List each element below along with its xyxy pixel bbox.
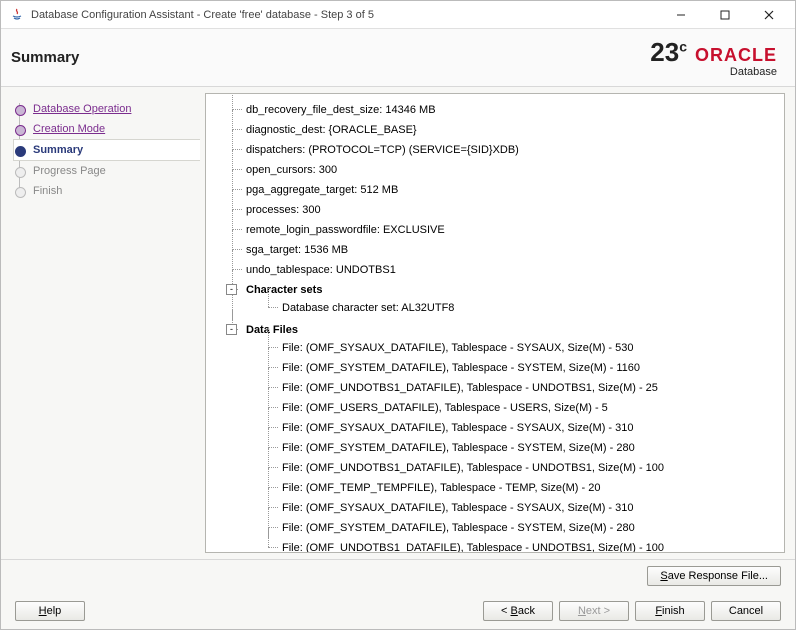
tree-leaf[interactable]: File: (OMF_SYSTEM_DATAFILE), Tablespace … [268,438,784,458]
brand-version-sup: c [679,38,687,54]
summary-tree-pane: db_recovery_file_dest_size: 14346 MBdiag… [205,93,785,553]
tree-leaf[interactable]: processes: 300 [232,200,784,220]
wizard-step-summary[interactable]: Summary [13,139,200,161]
back-button[interactable]: < Back [483,601,553,621]
tree-leaf[interactable]: dispatchers: (PROTOCOL=TCP) (SERVICE={SI… [232,140,784,160]
java-icon [9,7,25,23]
wizard-step-progress-page: Progress Page [13,161,199,181]
tree-branch-character-sets[interactable]: -Character setsDatabase character set: A… [232,280,784,320]
summary-tree-scroll[interactable]: db_recovery_file_dest_size: 14346 MBdiag… [206,94,784,552]
brand-name: ORACLE [695,45,777,66]
tree-leaf[interactable]: pga_aggregate_target: 512 MB [232,180,784,200]
wizard-step-creation-mode[interactable]: Creation Mode [13,119,199,139]
tree-leaf[interactable]: open_cursors: 300 [232,160,784,180]
tree-leaf[interactable]: Database character set: AL32UTF8 [268,298,784,318]
cancel-button[interactable]: Cancel [711,601,781,621]
tree-leaf[interactable]: File: (OMF_USERS_DATAFILE), Tablespace -… [268,398,784,418]
finish-button[interactable]: Finish [635,601,705,621]
page-title: Summary [11,49,79,66]
tree-leaf[interactable]: File: (OMF_SYSTEM_DATAFILE), Tablespace … [268,518,784,538]
footer: Save Response File... Help < Back Next >… [1,559,795,629]
tree-leaf[interactable]: File: (OMF_SYSAUX_DATAFILE), Tablespace … [268,498,784,518]
save-response-file-button[interactable]: Save Response File... [647,566,781,586]
close-button[interactable] [747,2,791,28]
collapse-icon[interactable]: - [226,284,237,295]
help-button[interactable]: Help [15,601,85,621]
tree-leaf[interactable]: File: (OMF_UNDOTBS1_DATAFILE), Tablespac… [268,378,784,398]
tree-leaf[interactable]: File: (OMF_SYSTEM_DATAFILE), Tablespace … [268,358,784,378]
tree-leaf[interactable]: File: (OMF_UNDOTBS1_DATAFILE), Tablespac… [268,458,784,478]
next-button[interactable]: Next > [559,601,629,621]
brand-version: 23 [650,37,679,67]
tree-leaf[interactable]: File: (OMF_UNDOTBS1_DATAFILE), Tablespac… [268,538,784,552]
window-titlebar: Database Configuration Assistant - Creat… [1,1,795,29]
minimize-button[interactable] [659,2,703,28]
tree-leaf[interactable]: undo_tablespace: UNDOTBS1 [232,260,784,280]
wizard-steps-sidebar: Database OperationCreation ModeSummaryPr… [1,87,199,559]
tree-leaf[interactable]: File: (OMF_SYSAUX_DATAFILE), Tablespace … [268,418,784,438]
brand-sub: Database [730,66,777,78]
tree-branch-data-files[interactable]: -Data FilesFile: (OMF_SYSAUX_DATAFILE), … [232,320,784,552]
tree-leaf[interactable]: db_recovery_file_dest_size: 14346 MB [232,100,784,120]
tree-leaf[interactable]: diagnostic_dest: {ORACLE_BASE} [232,120,784,140]
maximize-button[interactable] [703,2,747,28]
collapse-icon[interactable]: - [226,324,237,335]
wizard-step-finish: Finish [13,181,199,201]
tree-leaf[interactable]: remote_login_passwordfile: EXCLUSIVE [232,220,784,240]
header: Summary 23c ORACLE Database [1,29,795,87]
wizard-step-database-operation[interactable]: Database Operation [13,99,199,119]
tree-leaf[interactable]: File: (OMF_SYSAUX_DATAFILE), Tablespace … [268,338,784,358]
tree-leaf[interactable]: sga_target: 1536 MB [232,240,784,260]
brand-logo: 23c ORACLE Database [650,37,777,78]
window-title: Database Configuration Assistant - Creat… [31,9,659,21]
tree-leaf[interactable]: File: (OMF_TEMP_TEMPFILE), Tablespace - … [268,478,784,498]
